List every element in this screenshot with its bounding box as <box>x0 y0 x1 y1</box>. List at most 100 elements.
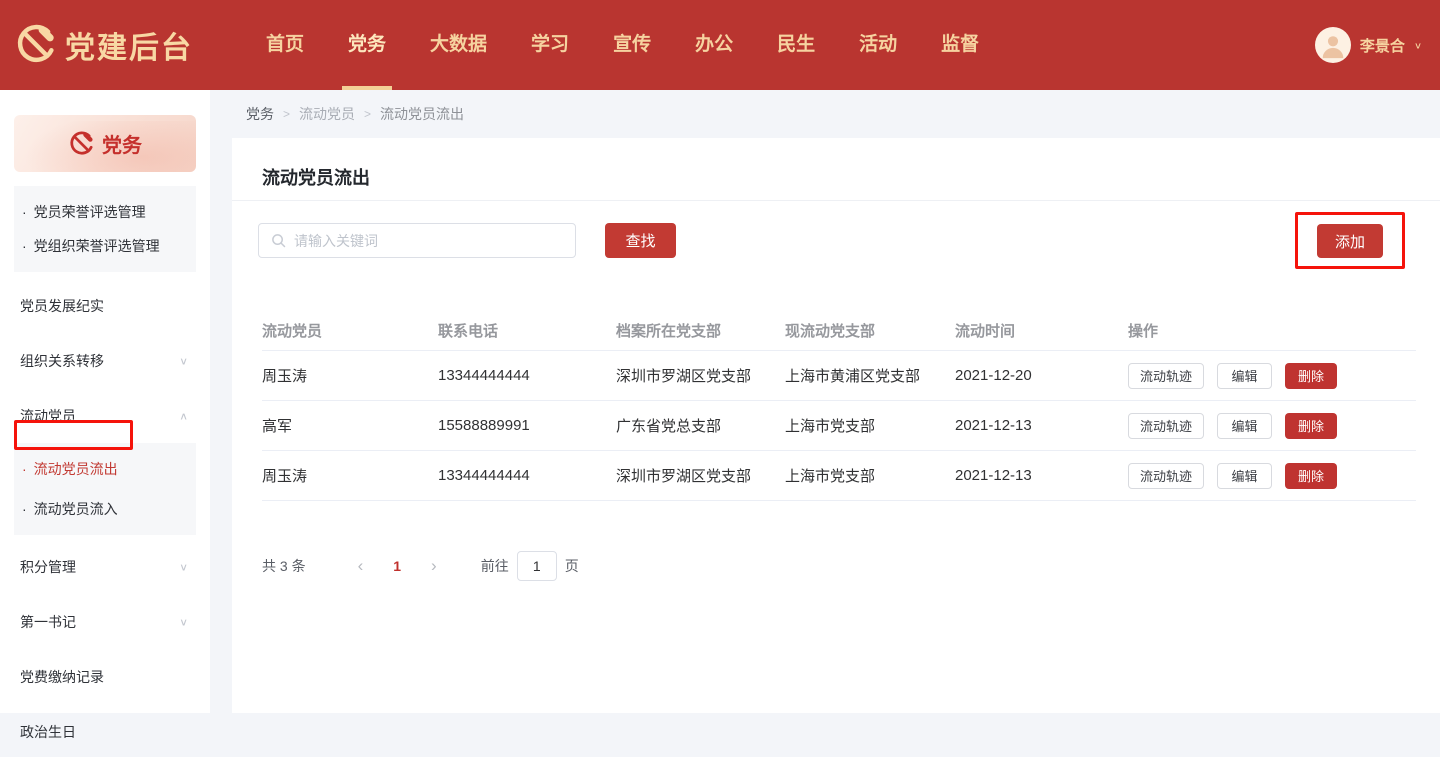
sidebar-item-label: 组织关系转移 <box>20 352 104 369</box>
nav-item-home[interactable]: 首页 <box>248 0 322 90</box>
column-header-actions: 操作 <box>1128 322 1159 340</box>
sidebar-item-label: 党组织荣誉评选管理 <box>33 238 160 254</box>
delete-button[interactable]: 删除 <box>1285 462 1337 489</box>
sidebar-group-mobile-members: · 流动党员流出 · 流动党员流入 <box>14 443 196 535</box>
row-actions: 流动轨迹 编辑 删除 <box>1128 462 1416 489</box>
app-title: 党建后台 <box>65 32 193 65</box>
cell-current-branch: 上海市黄浦区党支部 <box>785 368 921 385</box>
column-header-member: 流动党员 <box>262 322 323 340</box>
cell-member: 周玉涛 <box>262 468 308 485</box>
search-button[interactable]: 查找 <box>605 223 676 258</box>
search-box <box>258 223 576 258</box>
members-table: 流动党员 联系电话 档案所在党支部 现流动党支部 流动时间 操作 周玉涛 133… <box>262 310 1416 501</box>
sidebar-item-political-birthday[interactable]: 政治生日 <box>0 704 210 757</box>
next-page-icon[interactable]: › <box>417 556 451 576</box>
app-root: 党建后台 首页 党务 大数据 学习 宣传 办公 民生 活动 监督 李景合 ∨ 党… <box>0 0 1440 757</box>
delete-button[interactable]: 删除 <box>1285 412 1337 439</box>
chevron-down-icon: ∨ <box>179 560 188 573</box>
track-button[interactable]: 流动轨迹 <box>1128 412 1204 439</box>
sidebar-banner: 党务 <box>14 115 196 172</box>
sidebar-item-label: 政治生日 <box>20 723 76 740</box>
sidebar-banner-label: 党务 <box>102 135 142 157</box>
pagination: 共 3 条 ‹ 1 › 前往 页 <box>262 551 579 581</box>
page-number[interactable]: 1 <box>377 558 417 574</box>
breadcrumb-separator: > <box>364 107 372 121</box>
nav-item-publicity[interactable]: 宣传 <box>595 0 669 90</box>
track-button[interactable]: 流动轨迹 <box>1128 362 1204 389</box>
delete-button[interactable]: 删除 <box>1285 362 1337 389</box>
sidebar-group-honor: · 党员荣誉评选管理 · 党组织荣誉评选管理 <box>14 186 196 272</box>
sidebar-item-dues-record[interactable]: 党费缴纳记录 <box>0 649 210 704</box>
nav-item-party-affairs[interactable]: 党务 <box>330 0 404 90</box>
sidebar-item-points-management[interactable]: 积分管理 ∨ <box>0 539 210 594</box>
top-navigation: 首页 党务 大数据 学习 宣传 办公 民生 活动 监督 <box>248 0 1005 90</box>
sidebar-item-mobile-outflow[interactable]: · 流动党员流出 <box>14 452 196 486</box>
sidebar-item-org-honor[interactable]: · 党组织荣誉评选管理 <box>14 229 196 263</box>
sidebar-item-label: 第一书记 <box>20 613 76 630</box>
sidebar-item-mobile-members[interactable]: 流动党员 ∧ <box>0 388 210 443</box>
breadcrumb-item[interactable]: 党务 <box>246 104 274 124</box>
edit-button[interactable]: 编辑 <box>1217 462 1272 489</box>
row-actions: 流动轨迹 编辑 删除 <box>1128 412 1416 439</box>
cell-archive-branch: 广东省党总支部 <box>616 418 722 435</box>
prev-page-icon[interactable]: ‹ <box>344 556 378 576</box>
nav-item-activity[interactable]: 活动 <box>841 0 915 90</box>
edit-button[interactable]: 编辑 <box>1217 412 1272 439</box>
chevron-down-icon: ∨ <box>1413 40 1422 51</box>
table-row: 高军 15588889991 广东省党总支部 上海市党支部 2021-12-13… <box>262 401 1416 451</box>
sidebar-item-label: 积分管理 <box>20 558 76 575</box>
nav-item-office[interactable]: 办公 <box>677 0 751 90</box>
sidebar-item-first-secretary[interactable]: 第一书记 ∨ <box>0 594 210 649</box>
person-icon <box>1322 36 1344 59</box>
page-title: 流动党员流出 <box>262 168 370 188</box>
sidebar-item-label: 党员荣誉评选管理 <box>33 204 146 220</box>
bullet: · <box>22 204 27 220</box>
sidebar-item-mobile-inflow[interactable]: · 流动党员流入 <box>14 492 196 526</box>
breadcrumb-item[interactable]: 流动党员 <box>299 104 355 124</box>
cell-member: 高军 <box>262 418 293 435</box>
bullet: · <box>22 461 27 477</box>
app-logo[interactable]: 党建后台 <box>14 0 193 90</box>
pagination-total: 共 3 条 <box>262 558 306 574</box>
sidebar: 党务 · 党员荣誉评选管理 · 党组织荣誉评选管理 党员发展纪实 组织关系转移 … <box>0 90 210 740</box>
cell-flow-date: 2021-12-13 <box>955 417 1032 434</box>
edit-button[interactable]: 编辑 <box>1217 362 1272 389</box>
nav-item-study[interactable]: 学习 <box>513 0 587 90</box>
breadcrumb-separator: > <box>283 107 291 121</box>
cell-phone: 13344444444 <box>438 367 530 384</box>
bullet: · <box>22 501 27 517</box>
topbar: 党建后台 首页 党务 大数据 学习 宣传 办公 民生 活动 监督 李景合 ∨ <box>0 0 1440 90</box>
avatar <box>1314 27 1351 63</box>
column-header-current-branch: 现流动党支部 <box>785 322 876 340</box>
goto-label: 前往 <box>480 558 509 574</box>
nav-item-livelihood[interactable]: 民生 <box>759 0 833 90</box>
cell-archive-branch: 深圳市罗湖区党支部 <box>616 368 752 385</box>
sidebar-item-label: 流动党员流入 <box>33 501 118 517</box>
cell-current-branch: 上海市党支部 <box>785 468 876 485</box>
nav-item-big-data[interactable]: 大数据 <box>412 0 505 90</box>
user-menu[interactable]: 李景合 ∨ <box>1314 0 1422 90</box>
sidebar-item-label: 党费缴纳记录 <box>20 668 104 685</box>
sidebar-item-development-record[interactable]: 党员发展纪实 <box>0 278 210 333</box>
add-button[interactable]: 添加 <box>1317 224 1383 258</box>
chevron-down-icon: ∨ <box>179 354 188 367</box>
nav-item-supervision[interactable]: 监督 <box>923 0 997 90</box>
table-header-row: 流动党员 联系电话 档案所在党支部 现流动党支部 流动时间 操作 <box>262 310 1416 351</box>
track-button[interactable]: 流动轨迹 <box>1128 462 1204 489</box>
chevron-down-icon: ∨ <box>179 615 188 628</box>
party-emblem-icon <box>70 131 93 154</box>
divider <box>232 200 1440 201</box>
sidebar-item-label: 流动党员 <box>20 407 76 424</box>
content-card: 流动党员流出 查找 添加 流动党员 联系电话 档案所在党支部 现流动党支部 流动… <box>232 138 1440 713</box>
breadcrumb-item[interactable]: 流动党员流出 <box>380 104 464 124</box>
row-actions: 流动轨迹 编辑 删除 <box>1128 362 1416 389</box>
party-emblem-icon <box>17 24 54 63</box>
cell-phone: 13344444444 <box>438 467 530 484</box>
cell-flow-date: 2021-12-20 <box>955 367 1032 384</box>
sidebar-item-org-relation-transfer[interactable]: 组织关系转移 ∨ <box>0 333 210 388</box>
page-unit-label: 页 <box>564 558 579 574</box>
sidebar-item-member-honor[interactable]: · 党员荣誉评选管理 <box>14 195 196 229</box>
search-input[interactable] <box>294 232 563 249</box>
bullet: · <box>22 238 27 254</box>
goto-page-input[interactable] <box>516 551 557 581</box>
